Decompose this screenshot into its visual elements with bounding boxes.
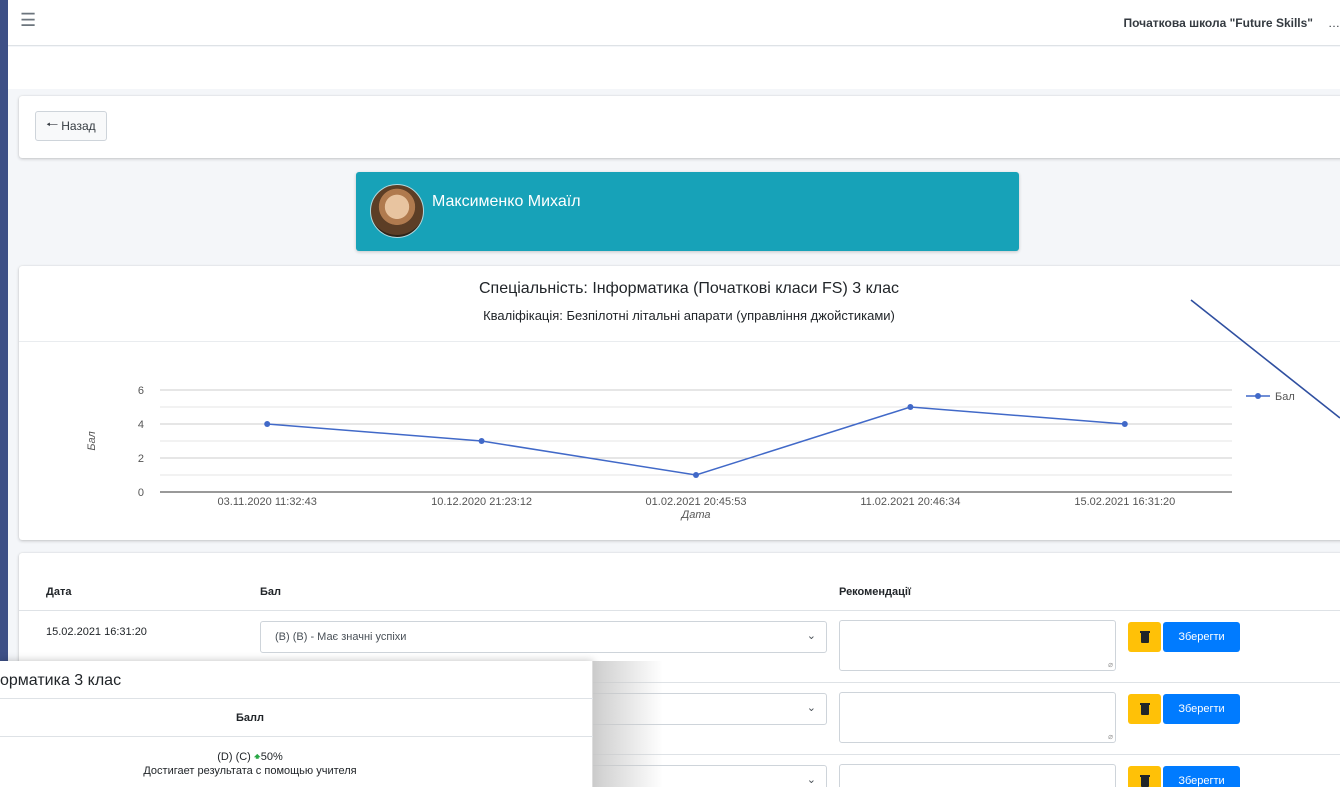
popup-divider	[0, 698, 593, 699]
popup-percent: 50%	[260, 751, 283, 763]
popup-title: орматика 3 клас	[0, 672, 122, 689]
popup-column-header: Балл	[236, 712, 264, 724]
popup-grade-letters: (D) (C)	[217, 751, 251, 763]
arrow-up-icon: 🠹	[253, 751, 261, 763]
overlay-popup: орматика 3 клас Балл (D) (C) 🠹50% Достиг…	[0, 661, 593, 787]
popup-description: Достигает результата с помощью учителя	[143, 765, 357, 777]
popup-divider	[0, 736, 593, 737]
popup-shadow	[593, 661, 663, 787]
